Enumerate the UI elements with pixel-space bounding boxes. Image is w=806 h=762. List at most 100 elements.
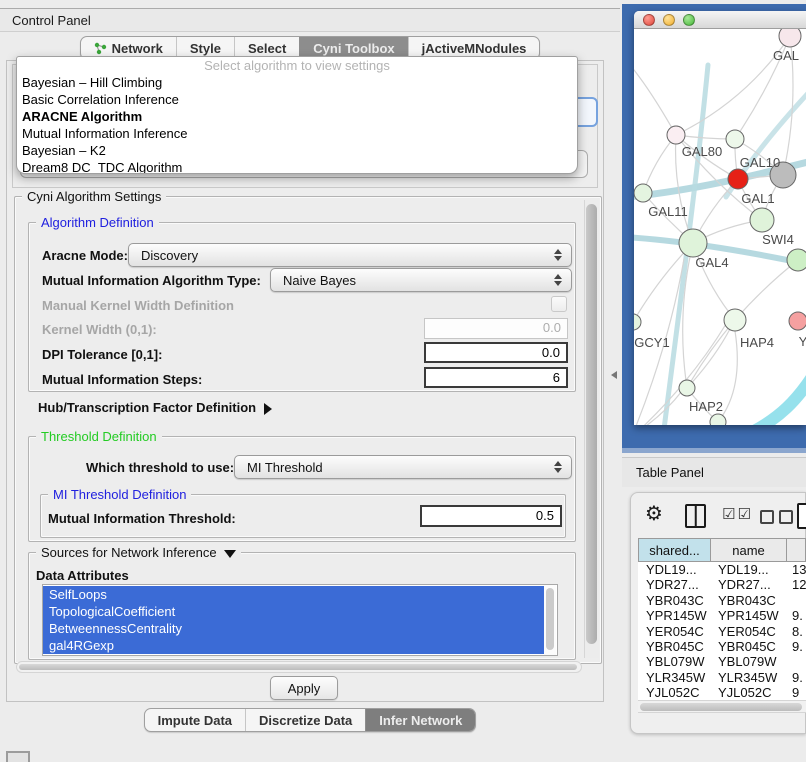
panel-divider-handle[interactable] [611, 371, 617, 379]
table-row[interactable]: YLR345WYLR345W9. [638, 670, 806, 686]
table-row[interactable]: YBR043C YBR043C [638, 593, 806, 609]
network-node[interactable] [667, 126, 685, 144]
node-label: HAP2 [689, 399, 723, 414]
network-edge [643, 135, 676, 193]
table-cell: YDL19... [646, 562, 697, 577]
table-row[interactable]: YPR145WYPR145W9. [638, 608, 806, 624]
node-label: GAL1 [741, 191, 774, 206]
split-columns-icon[interactable] [685, 504, 706, 528]
close-traffic-light-icon[interactable] [643, 14, 655, 26]
hub-definition-expander[interactable]: Hub/Transcription Factor Definition [38, 400, 272, 415]
list-vertical-scrollbar[interactable] [544, 585, 556, 655]
mi-steps-label: Mutual Information Steps: [42, 372, 202, 387]
table-cell: YDR27... [718, 577, 771, 592]
table-row[interactable]: YBL079WYBL079W [638, 654, 806, 670]
network-node[interactable] [710, 414, 726, 425]
algorithm-option[interactable]: ARACNE Algorithm [17, 108, 577, 125]
cyni-bottom-tabbar: Impute Data Discretize Data Infer Networ… [144, 708, 477, 732]
mi-steps-field[interactable]: 6 [424, 367, 568, 388]
table-cell: YBR043C [646, 593, 704, 608]
algorithm-option[interactable]: Basic Correlation Inference [17, 91, 577, 108]
table-cell: YER054C [646, 624, 704, 639]
network-icon [94, 42, 107, 55]
network-node[interactable] [724, 309, 746, 331]
algorithm-dropdown-prompt: Select algorithm to view settings [17, 58, 577, 74]
apply-button[interactable]: Apply [270, 676, 338, 700]
table-horizontal-scrollbar[interactable] [638, 700, 806, 713]
attribute-item[interactable]: BetweennessCentrality [43, 620, 545, 637]
dpi-tolerance-label: DPI Tolerance [0,1]: [42, 347, 162, 362]
select-all-columns-icon[interactable]: ☑☑ [722, 505, 753, 523]
zoom-traffic-light-icon[interactable] [683, 14, 695, 26]
sources-title[interactable]: Sources for Network Inference [36, 545, 241, 560]
settings-horizontal-scrollbar[interactable] [16, 661, 582, 673]
tab-discretize-data[interactable]: Discretize Data [245, 709, 365, 731]
minimize-traffic-light-icon[interactable] [663, 14, 675, 26]
mi-type-select[interactable]: Naive Bayes [270, 268, 572, 292]
settings-vertical-scrollbar[interactable] [584, 200, 599, 658]
attribute-item[interactable]: gal4RGexp [43, 637, 545, 654]
table-cell: YBR043C [718, 593, 776, 608]
dpi-tolerance-field[interactable]: 0.0 [424, 342, 568, 363]
network-node[interactable] [779, 29, 801, 47]
network-edge [687, 320, 735, 388]
network-node[interactable] [787, 249, 806, 271]
aracne-mode-select[interactable]: Discovery [128, 243, 572, 267]
manual-kernel-checkbox[interactable] [551, 296, 567, 312]
tab-impute-data[interactable]: Impute Data [145, 709, 245, 731]
minimized-panel-icon[interactable] [6, 751, 30, 762]
table-cell: 12 [792, 577, 806, 592]
network-window[interactable]: GALGAL80GAL10GAL1GAL11GAL4SWI4GCY1HAP4YH… [634, 11, 806, 425]
network-edge [687, 329, 730, 388]
table-cell: YBL079W [718, 654, 777, 669]
kernel-width-field[interactable]: 0.0 [424, 318, 568, 339]
attribute-item[interactable]: SelfLoops [43, 586, 545, 603]
network-node[interactable] [728, 169, 748, 189]
node-label: HAP4 [740, 335, 774, 350]
which-threshold-select[interactable]: MI Threshold [234, 455, 572, 479]
network-node[interactable] [750, 208, 774, 232]
table-cell: 8. [792, 624, 803, 639]
table-cell: YDL19... [718, 562, 769, 577]
column-header-partial[interactable] [786, 538, 806, 562]
table-panel-header: Table Panel [622, 457, 806, 487]
algorithm-option[interactable]: Dream8 DC_TDC Algorithm [17, 159, 577, 174]
network-node[interactable] [726, 130, 744, 148]
network-node[interactable] [634, 184, 652, 202]
network-edge [634, 391, 682, 425]
algorithm-option[interactable]: Mutual Information Inference [17, 125, 577, 142]
mi-threshold-label: Mutual Information Threshold: [48, 511, 236, 526]
table-cell: YJL052C [718, 685, 771, 700]
network-node[interactable] [679, 229, 707, 257]
table-cell: 9. [792, 608, 803, 623]
table-cell: 9. [792, 639, 803, 654]
attribute-item[interactable]: TopologicalCoefficient [43, 603, 545, 620]
tab-infer-network[interactable]: Infer Network [365, 709, 475, 731]
table-cell: YBR045C [646, 639, 704, 654]
table-row[interactable]: YBR045CYBR045C9. [638, 639, 806, 655]
algorithm-list: Bayesian – Hill ClimbingBasic Correlatio… [17, 74, 577, 174]
table-row[interactable]: YER054CYER054C8. [638, 624, 806, 640]
table-cell: 13 [792, 562, 806, 577]
table-row[interactable]: YDL19... YDL19... 13 [638, 562, 806, 578]
table-row[interactable]: YJL052CYJL052C9 [638, 685, 806, 700]
network-window-titlebar[interactable] [634, 11, 806, 29]
algorithm-option[interactable]: Bayesian – K2 [17, 142, 577, 159]
column-header-name[interactable]: name [710, 538, 787, 562]
collapse-arrow-icon [224, 550, 236, 558]
data-attributes-list[interactable]: SelfLoopsTopologicalCoefficientBetweenne… [42, 584, 558, 656]
column-header-shared[interactable]: shared... [638, 538, 711, 562]
table-cell: YJL052C [646, 685, 699, 700]
table-cell: YDR27... [646, 577, 699, 592]
deselect-all-columns-icon[interactable] [760, 510, 793, 524]
stepper-icon [554, 274, 562, 286]
gear-icon[interactable]: ⚙ [645, 503, 663, 523]
network-node[interactable] [789, 312, 806, 330]
algorithm-option[interactable]: Bayesian – Hill Climbing [17, 74, 577, 91]
mi-threshold-field[interactable]: 0.5 [420, 505, 562, 527]
network-node[interactable] [634, 314, 641, 330]
network-canvas[interactable]: GALGAL80GAL10GAL1GAL11GAL4SWI4GCY1HAP4YH… [634, 29, 806, 425]
network-node[interactable] [679, 380, 695, 396]
new-table-icon[interactable] [797, 503, 806, 529]
table-row[interactable]: YDR27... YDR27... 12 [638, 577, 806, 593]
